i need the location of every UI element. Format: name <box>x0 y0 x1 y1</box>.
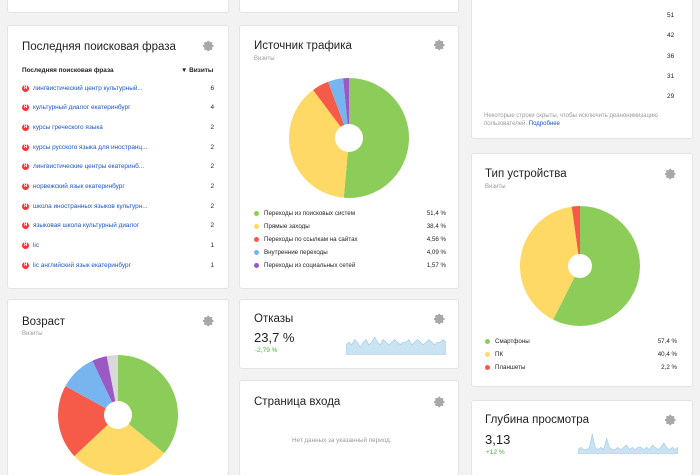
phrase-row[interactable]: Ялингвистические центры екатеринб... 2 <box>22 162 214 172</box>
yandex-icon: Я <box>22 162 29 170</box>
device-type-subtitle: Визиты <box>485 184 506 190</box>
device-type-title: Тип устройства <box>485 168 567 180</box>
top-right-number-2: 42 <box>667 32 675 39</box>
phrase-row[interactable]: Якультурный диалог екатеринбург 4 <box>22 103 214 113</box>
phrase-row[interactable]: Яязыковая школа культурный диалог 2 <box>22 221 214 231</box>
phrase-row[interactable]: Яlic английский язык екатеринбург 1 <box>22 261 214 271</box>
phrase-row[interactable]: Яlic 1 <box>22 241 214 251</box>
yandex-icon: Я <box>22 202 29 210</box>
gear-icon[interactable] <box>434 313 446 325</box>
traffic-source-title: Источник трафика <box>254 40 352 52</box>
legend-row[interactable]: Переходы по ссылкам на сайтах 4,56 % <box>254 235 446 245</box>
hidden-rows-note: Некоторые строки скрыты, чтобы исключить… <box>484 113 658 127</box>
visits-col-header[interactable]: ▼ Визиты <box>181 67 213 74</box>
age-pie-chart <box>58 355 178 475</box>
yandex-icon: Я <box>22 221 29 229</box>
pie-hole <box>568 254 592 278</box>
gear-icon[interactable] <box>665 168 677 180</box>
gear-icon[interactable] <box>665 414 677 426</box>
legend-row[interactable]: Планшеты 2,2 % <box>485 363 677 373</box>
legend-row[interactable]: Внутренние переходы 4,09 % <box>254 248 446 258</box>
top-right-number-1: 51 <box>667 12 675 19</box>
bounce-sparkline <box>346 336 446 355</box>
view-depth-delta: +12 % <box>486 449 505 456</box>
depth-sparkline <box>578 433 678 454</box>
phrase-row[interactable]: Якурсы русского языка для иностранц... 2 <box>22 143 214 153</box>
phrase-row[interactable]: Янорвежский язык екатеринбург 2 <box>22 182 214 192</box>
phrase-row[interactable]: Якурсы греческого языка 2 <box>22 123 214 133</box>
gear-icon[interactable] <box>434 396 446 408</box>
bounce-delta: -2,79 % <box>255 347 278 354</box>
yandex-icon: Я <box>22 241 29 249</box>
legend-row[interactable]: ПК 40,4 % <box>485 350 677 360</box>
yandex-icon: Я <box>22 182 29 190</box>
top-middle-card-cut <box>240 0 458 12</box>
legend-row[interactable]: Прямые заходы 38,4 % <box>254 222 446 232</box>
legend-row[interactable]: Переходы из поисковых систем 51,4 % <box>254 209 446 219</box>
yandex-icon: Я <box>22 123 29 131</box>
legend-row[interactable]: Переходы из социальных сетей 1,57 % <box>254 261 446 271</box>
yandex-icon: Я <box>22 103 29 111</box>
entry-page-title: Страница входа <box>254 396 341 408</box>
pie-hole <box>104 401 132 429</box>
pie-hole <box>335 124 363 152</box>
gear-icon[interactable] <box>434 39 446 51</box>
phrase-col-header[interactable]: Последняя поисковая фраза <box>22 67 114 74</box>
traffic-source-subtitle: Визиты <box>254 56 275 62</box>
search-phrase-title: Последняя поисковая фраза <box>22 41 176 53</box>
top-right-number-5: 29 <box>667 93 675 100</box>
legend-row[interactable]: Смартфоны 57,4 % <box>485 337 677 347</box>
yandex-icon: Я <box>22 261 29 269</box>
age-subtitle: Визиты <box>22 331 43 337</box>
gear-icon[interactable] <box>203 315 215 327</box>
bounce-title: Отказы <box>254 313 294 325</box>
age-title: Возраст <box>22 316 66 328</box>
device-pie-chart <box>520 206 640 326</box>
top-left-card-cut <box>8 0 228 12</box>
top-right-number-4: 31 <box>667 73 675 80</box>
gear-icon[interactable] <box>203 40 215 52</box>
phrase-row[interactable]: Яшкола иностранных языков культурн... 2 <box>22 202 214 212</box>
yandex-icon: Я <box>22 84 29 92</box>
sparkline-area <box>346 336 446 355</box>
entry-empty-text: Нет данных за указанный период. <box>292 437 392 444</box>
phrase-row[interactable]: Ялингвистический центр культурный... 6 <box>22 84 214 94</box>
bounce-value: 23,7 % <box>254 330 295 345</box>
sparkline-area <box>578 433 678 454</box>
top-right-number-3: 36 <box>667 53 675 60</box>
view-depth-value: 3,13 <box>485 432 511 447</box>
more-link[interactable]: Подробнее <box>529 121 560 127</box>
traffic-pie-chart <box>289 78 409 198</box>
yandex-icon: Я <box>22 143 29 151</box>
view-depth-title: Глубина просмотра <box>485 414 589 426</box>
